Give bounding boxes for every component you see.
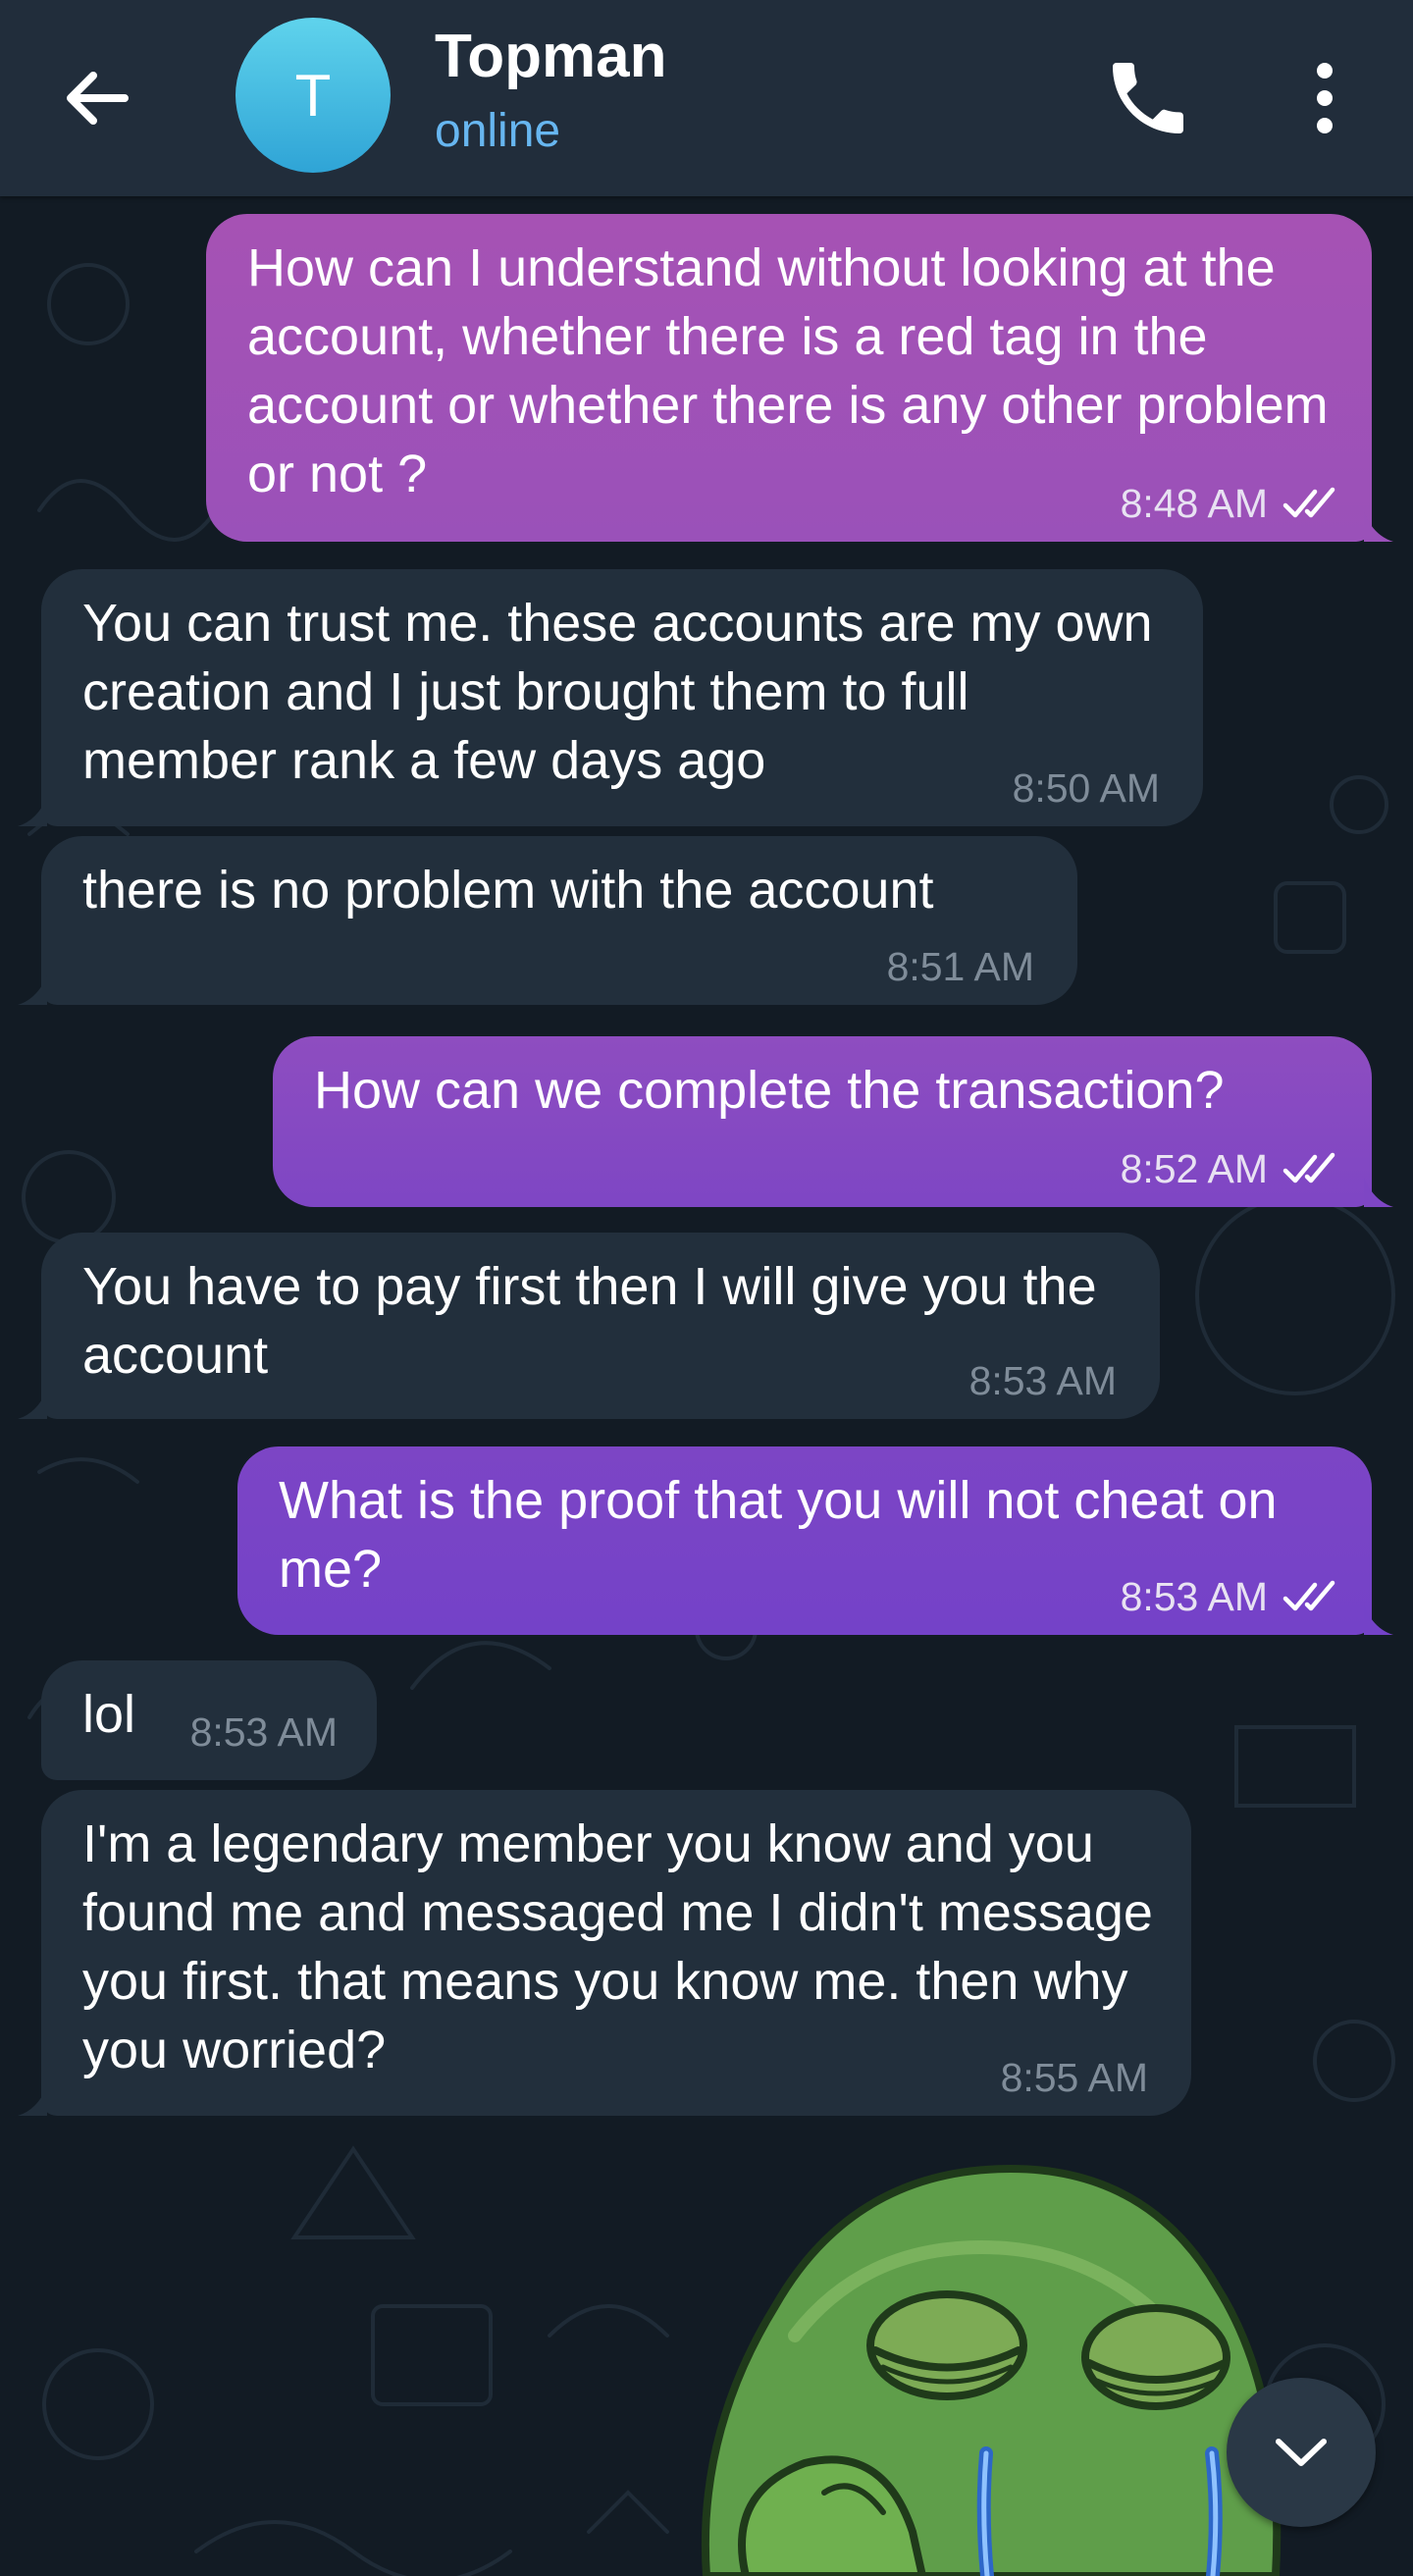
message-text: there is no problem with the account — [82, 861, 934, 920]
message-time: 8:51 AM — [886, 944, 1034, 989]
avatar-initial: T — [294, 62, 332, 129]
message-meta: 8:53 AM — [190, 1709, 338, 1755]
double-check-icon — [1282, 1580, 1335, 1611]
message-text: How can I understand without looking at … — [247, 238, 1329, 503]
message-meta: 8:55 AM — [1001, 2055, 1148, 2100]
message-meta: 8:52 AM — [1121, 1146, 1344, 1191]
message-meta: 8:50 AM — [1013, 765, 1160, 811]
chevron-down-icon — [1276, 2439, 1327, 2466]
message-meta: 8:53 AM — [1121, 1574, 1344, 1619]
double-check-icon — [1282, 487, 1335, 518]
message-time: 8:53 AM — [968, 1358, 1117, 1403]
message-time: 8:53 AM — [189, 1709, 338, 1755]
message-text: I'm a legendary member you know and you … — [82, 1814, 1153, 2079]
call-button[interactable] — [1101, 51, 1195, 145]
more-vertical-icon — [1317, 63, 1333, 133]
arrow-left-icon — [67, 72, 129, 125]
chat-title[interactable]: Topman — [435, 22, 667, 91]
scroll-to-bottom-button[interactable] — [1227, 2378, 1376, 2527]
avatar[interactable]: T — [236, 18, 391, 173]
bubble-tail — [1364, 1605, 1393, 1635]
message-incoming[interactable]: You can trust me. these accounts are my … — [41, 569, 1203, 826]
bubble-tail — [1364, 512, 1393, 542]
message-incoming[interactable]: there is no problem with the account 8:5… — [41, 836, 1077, 1005]
sticker[interactable] — [687, 2139, 1315, 2576]
bubble-tail — [18, 1390, 47, 1419]
bubble-tail — [1364, 1178, 1393, 1207]
message-incoming[interactable]: lol 8:53 AM — [41, 1660, 377, 1780]
message-time: 8:52 AM — [1120, 1146, 1268, 1191]
message-text: You have to pay first then I will give y… — [82, 1257, 1097, 1385]
chat-header: T Topman online — [0, 0, 1413, 196]
message-meta: 8:53 AM — [969, 1358, 1117, 1403]
message-text: You can trust me. these accounts are my … — [82, 594, 1153, 790]
message-time: 8:53 AM — [1120, 1574, 1268, 1619]
double-check-icon — [1282, 1152, 1335, 1183]
more-options-button[interactable] — [1285, 51, 1364, 145]
crying-frog-illustration — [701, 2164, 1282, 2576]
message-time: 8:50 AM — [1012, 765, 1160, 811]
back-button[interactable] — [54, 54, 142, 142]
message-outgoing[interactable]: What is the proof that you will not chea… — [237, 1446, 1372, 1635]
message-incoming[interactable]: I'm a legendary member you know and you … — [41, 1790, 1191, 2116]
message-text: How can we complete the transaction? — [314, 1061, 1225, 1120]
message-outgoing[interactable]: How can I understand without looking at … — [206, 214, 1372, 542]
bubble-tail — [18, 975, 47, 1005]
phone-icon — [1113, 63, 1183, 133]
online-status: online — [435, 105, 561, 157]
message-time: 8:48 AM — [1120, 481, 1268, 526]
message-meta: 8:48 AM — [1121, 481, 1344, 526]
bubble-tail — [18, 797, 47, 826]
bubble-tail — [18, 2086, 47, 2116]
message-incoming[interactable]: You have to pay first then I will give y… — [41, 1233, 1160, 1419]
message-meta: 8:51 AM — [887, 944, 1034, 989]
message-time: 8:55 AM — [1000, 2055, 1148, 2100]
message-outgoing[interactable]: How can we complete the transaction? 8:5… — [273, 1036, 1372, 1207]
